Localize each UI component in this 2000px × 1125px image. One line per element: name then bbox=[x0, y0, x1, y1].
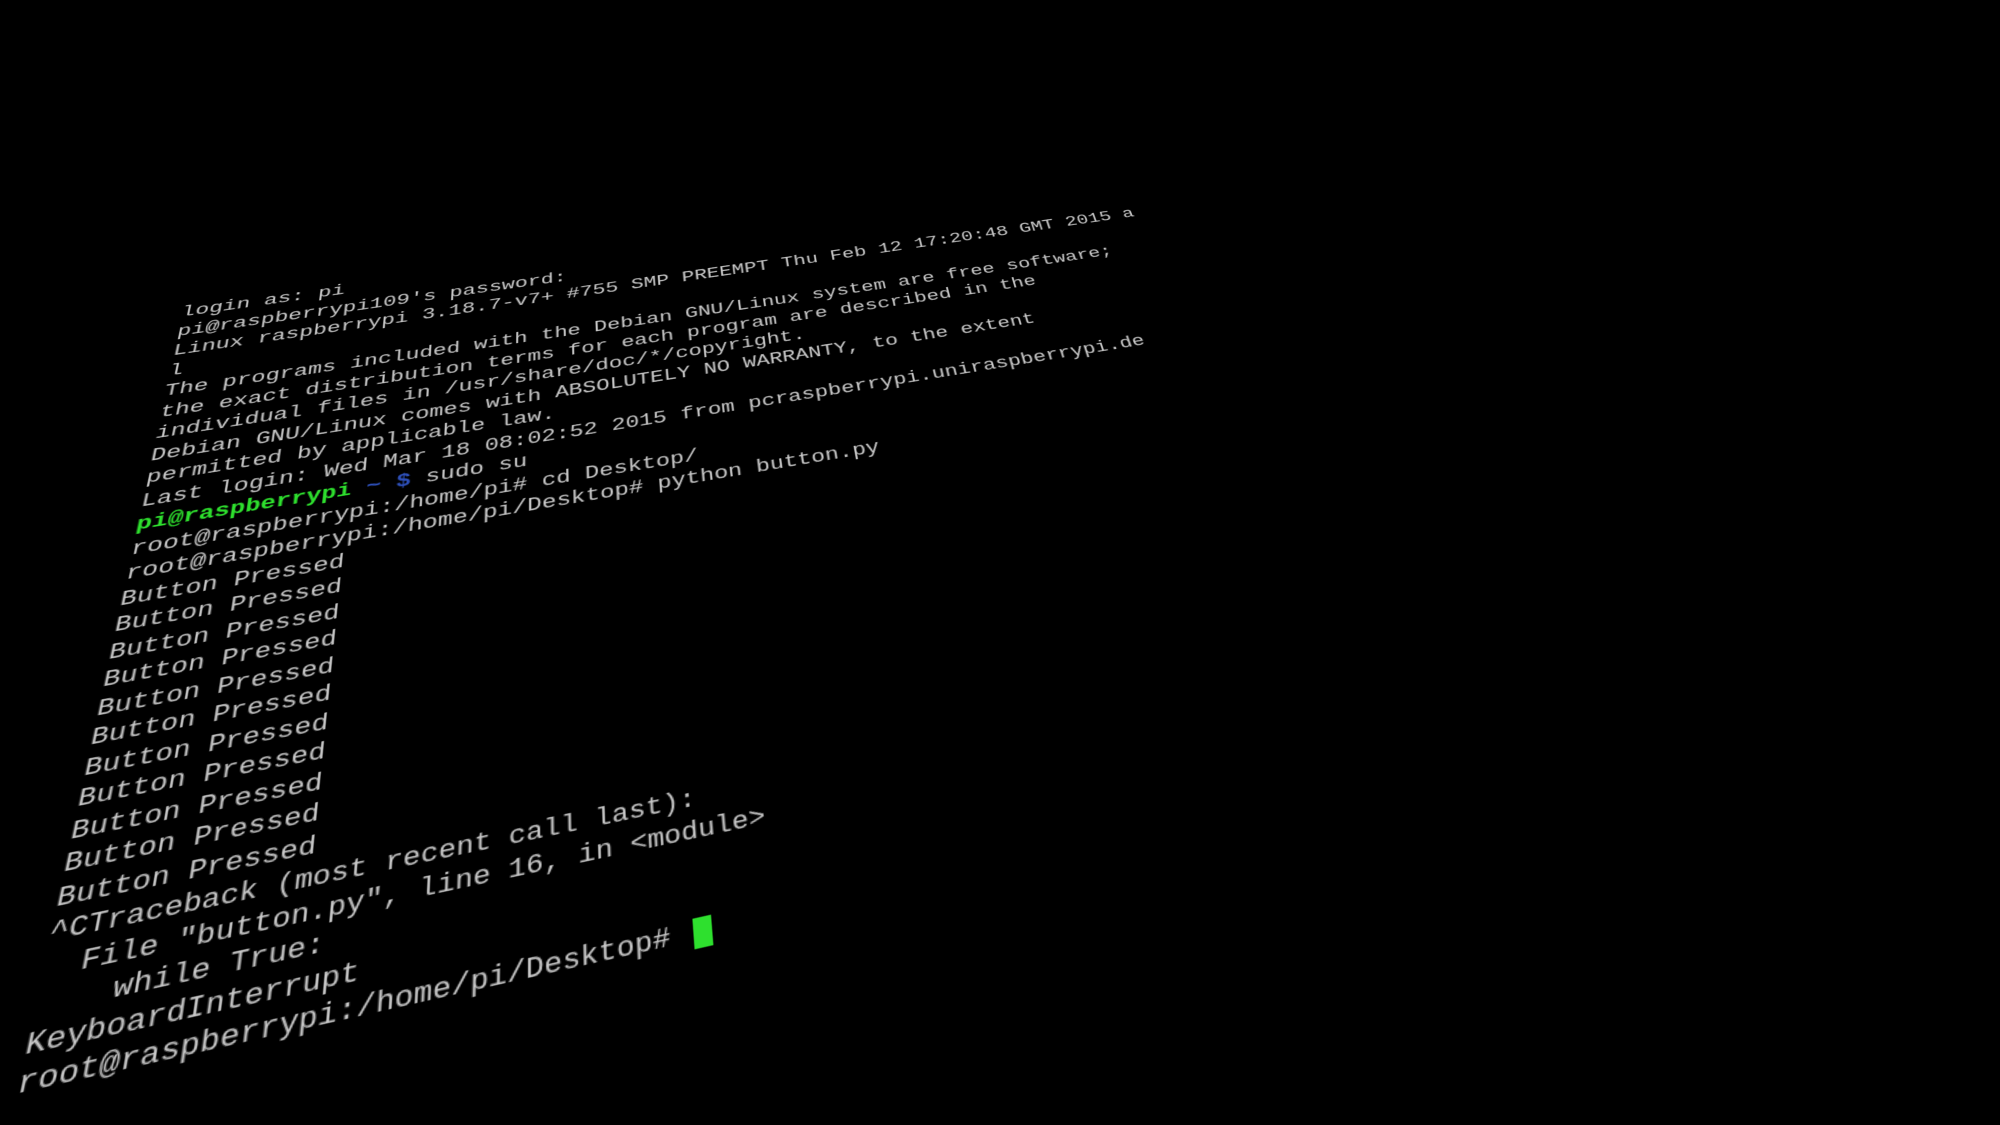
terminal-scene: login as: pipi@raspberrypi109's password… bbox=[0, 0, 2000, 1125]
terminal-output[interactable]: login as: pipi@raspberrypi109's password… bbox=[13, 152, 1578, 1107]
cursor-icon bbox=[693, 915, 714, 950]
